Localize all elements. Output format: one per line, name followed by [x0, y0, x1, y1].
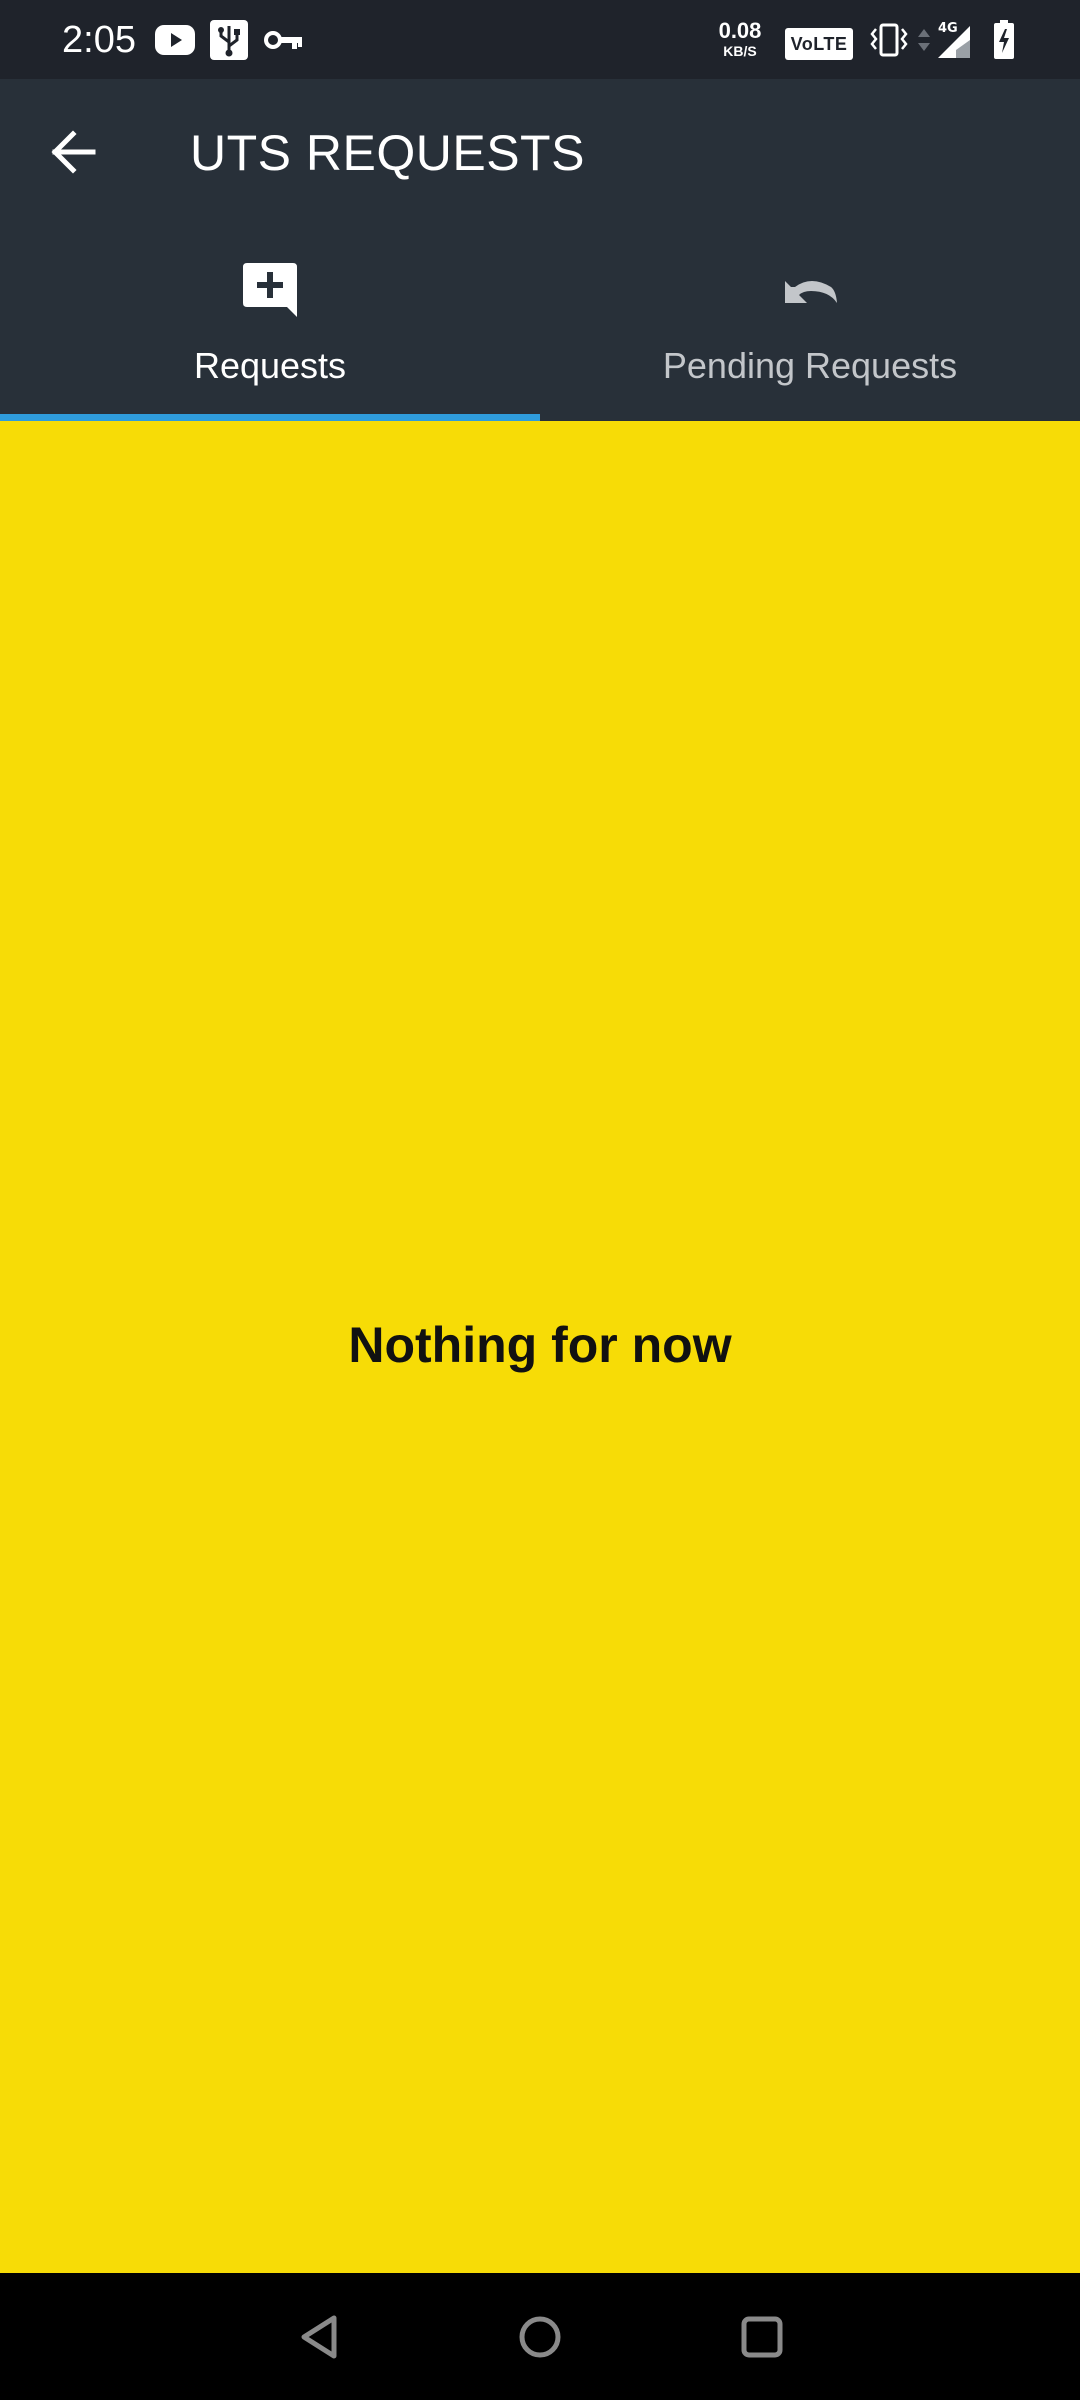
network-speed-unit: KB/S — [723, 43, 757, 59]
tab-indicator — [0, 414, 540, 421]
battery-charging-icon — [992, 0, 1016, 79]
add-comment-icon — [243, 263, 297, 317]
home-circle-icon — [519, 2316, 561, 2357]
status-bar: 2:05 0.08 KB/S VoLTE 4G — [0, 0, 1080, 79]
arrow-back-icon — [51, 130, 96, 174]
nav-recents-button[interactable] — [702, 2273, 822, 2400]
status-time: 2:05 — [62, 19, 136, 61]
vpn-key-icon — [264, 0, 304, 79]
recents-square-icon — [741, 2316, 783, 2357]
network-speed-value: 0.08 — [718, 18, 762, 43]
vibrate-icon — [868, 0, 910, 79]
undo-icon — [785, 281, 837, 303]
tab-pending-requests[interactable]: Pending Requests — [540, 249, 1080, 421]
tab-requests[interactable]: Requests — [0, 249, 540, 421]
back-button[interactable] — [40, 119, 106, 185]
usb-icon — [208, 0, 250, 79]
tab-requests-label: Requests — [193, 345, 347, 386]
network-speed: 0.08 KB/S — [712, 18, 768, 59]
youtube-icon — [154, 0, 196, 79]
network-type-label: 4G — [938, 21, 958, 36]
back-triangle-icon — [301, 2315, 337, 2358]
nav-back-button[interactable] — [260, 2273, 380, 2400]
data-arrows-icon — [916, 0, 932, 79]
tab-pending-requests-label: Pending Requests — [662, 345, 958, 386]
navigation-bar — [0, 2273, 1080, 2400]
nav-home-button[interactable] — [480, 2273, 600, 2400]
signal-icon: 4G — [934, 0, 974, 79]
page-title: UTS REQUESTS — [190, 125, 585, 181]
volte-badge: VoLTE — [785, 28, 853, 60]
empty-state-message: Nothing for now — [348, 1317, 732, 1373]
